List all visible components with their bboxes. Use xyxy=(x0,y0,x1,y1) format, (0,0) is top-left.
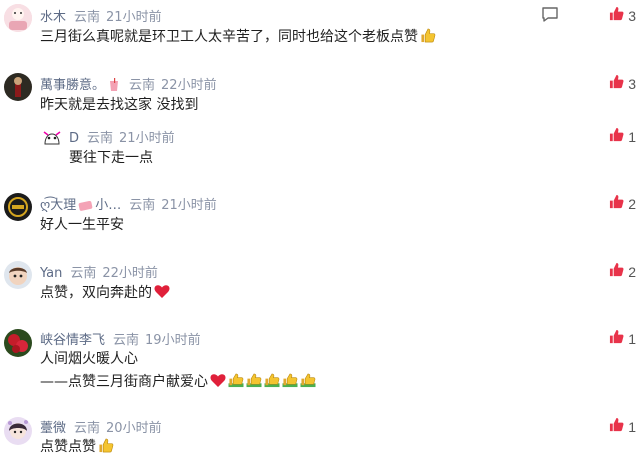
thumbs-up-emoji xyxy=(420,28,436,47)
avatar[interactable] xyxy=(41,126,63,148)
commenter-name-tail: 小… xyxy=(95,198,122,213)
commenter-name[interactable]: Yan xyxy=(40,266,62,281)
comment-location: 云南 xyxy=(129,198,156,213)
thumbs-up-icon xyxy=(609,194,624,213)
comment-location: 云南 xyxy=(70,266,97,281)
thumbs-up-emoji xyxy=(246,373,262,392)
commenter-name[interactable]: 萬事勝意。 xyxy=(40,78,105,93)
thumbs-up-icon xyxy=(609,127,624,146)
comment-text-content: 三月街么真呢就是环卫工人太辛苦了，同时也给这个老板点赞 xyxy=(40,29,418,45)
comment-text-line2: ——点赞三月街商户献爱心 xyxy=(40,371,316,392)
comment-text: 点赞，双向奔赴的 xyxy=(40,282,170,303)
like-count: 3 xyxy=(628,75,636,92)
like-count: 2 xyxy=(628,195,636,212)
like-count: 1 xyxy=(628,128,636,145)
avatar[interactable] xyxy=(4,261,32,289)
avatar[interactable] xyxy=(4,73,32,101)
avatar[interactable] xyxy=(4,417,32,445)
like-button[interactable]: 2 xyxy=(609,194,636,213)
commenter-name[interactable]: 薹微 xyxy=(40,421,66,436)
avatar[interactable] xyxy=(4,193,32,221)
comment-icon[interactable] xyxy=(541,6,559,27)
comment-text-content: 点赞点赞 xyxy=(40,439,96,455)
comment-text: 点赞点赞 xyxy=(40,436,114,457)
like-count: 1 xyxy=(628,330,636,347)
thumbs-up-emoji xyxy=(98,438,114,457)
thumbs-up-emoji xyxy=(228,373,244,392)
comment-time: 22小时前 xyxy=(102,266,158,281)
comment-meta: 峡谷情李飞 云南 19小时前 xyxy=(40,329,201,348)
comment-location: 云南 xyxy=(74,421,101,436)
comment-location: 云南 xyxy=(74,10,101,25)
comment-location: 云南 xyxy=(87,131,114,146)
commenter-name[interactable]: ღ͡大理 小… xyxy=(40,198,121,213)
like-button[interactable]: 1 xyxy=(609,329,636,348)
red-heart-emoji xyxy=(154,284,170,303)
commenter-name-text: ღ͡大理 xyxy=(40,198,77,213)
comment-meta: ღ͡大理 小… 云南 21小时前 xyxy=(40,194,217,216)
comment-text-content: 点赞，双向奔赴的 xyxy=(40,285,152,301)
like-button[interactable]: 3 xyxy=(609,6,636,25)
like-button[interactable]: 1 xyxy=(609,127,636,146)
thumbs-up-icon xyxy=(609,329,624,348)
like-button[interactable]: 3 xyxy=(609,74,636,93)
commenter-name[interactable]: 峡谷情李飞 xyxy=(40,333,105,348)
avatar[interactable] xyxy=(4,329,32,357)
comment-text: 三月街么真呢就是环卫工人太辛苦了，同时也给这个老板点赞 xyxy=(40,26,436,47)
comment-time: 20小时前 xyxy=(106,421,162,436)
comment-location: 云南 xyxy=(113,333,140,348)
thumbs-up-icon xyxy=(609,74,624,93)
comment-time: 21小时前 xyxy=(119,131,175,146)
like-button[interactable]: 1 xyxy=(609,417,636,436)
comment-meta: D 云南 21小时前 xyxy=(69,127,175,146)
thumbs-up-icon xyxy=(609,417,624,436)
commenter-name[interactable]: 水木 xyxy=(40,10,66,25)
comment-location: 云南 xyxy=(129,78,156,93)
red-heart-emoji xyxy=(210,373,226,392)
comment-text: 昨天就是去找这家 没找到 xyxy=(40,97,199,113)
commenter-name-text: 萬事勝意。 xyxy=(40,78,106,93)
comment-time: 19小时前 xyxy=(145,333,201,348)
avatar[interactable] xyxy=(4,4,32,32)
comment-time: 21小时前 xyxy=(106,10,162,25)
thumbs-up-icon xyxy=(609,6,624,25)
comment-meta: 薹微 云南 20小时前 xyxy=(40,417,162,436)
like-count: 2 xyxy=(628,263,636,280)
thumbs-up-emoji xyxy=(300,373,316,392)
comment-text: 人间烟火暖人心 xyxy=(40,351,138,367)
comment-time: 21小时前 xyxy=(161,198,217,213)
comment-text: 要往下走一点 xyxy=(69,150,153,166)
thumbs-up-icon xyxy=(609,262,624,281)
thumbs-up-emoji xyxy=(282,373,298,392)
comment-meta: Yan 云南 22小时前 xyxy=(40,262,158,281)
like-count: 1 xyxy=(628,418,636,435)
like-button[interactable]: 2 xyxy=(609,262,636,281)
commenter-name[interactable]: D xyxy=(69,131,79,146)
like-count: 3 xyxy=(628,7,636,24)
thumbs-up-emoji xyxy=(264,373,280,392)
comment-meta: 水木 云南 21小时前 xyxy=(40,6,162,25)
comment-meta: 萬事勝意。 云南 22小时前 xyxy=(40,74,217,96)
comment-text: 好人一生平安 xyxy=(40,217,124,233)
comment-time: 22小时前 xyxy=(161,78,217,93)
comment-text-content: ——点赞三月街商户献爱心 xyxy=(40,374,208,390)
